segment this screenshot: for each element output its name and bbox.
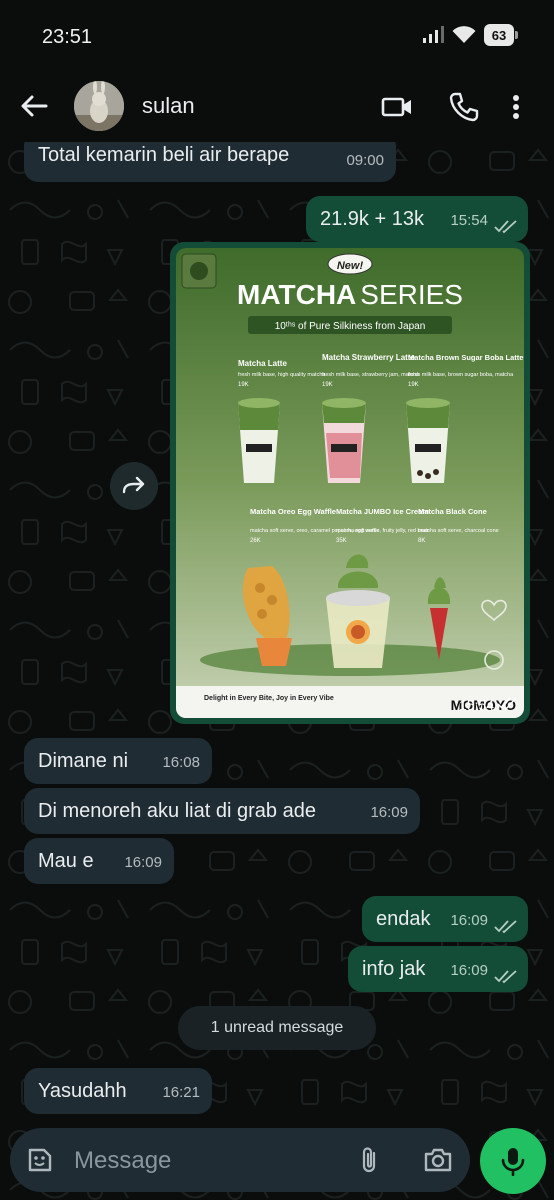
battery-icon: 63 — [484, 24, 518, 46]
message-bubble-incoming[interactable]: Dimane ni 16:08 — [24, 738, 212, 784]
poster-item-price: 19K — [238, 382, 249, 388]
avatar-image — [74, 81, 124, 131]
back-arrow-icon[interactable] — [18, 90, 50, 122]
emoji-icon[interactable] — [24, 1144, 56, 1176]
contact-name[interactable]: sulan — [142, 93, 195, 119]
message-bubble-outgoing[interactable]: endak 16:09 — [362, 896, 528, 942]
more-vert-icon[interactable] — [506, 90, 526, 124]
status-time: 23:51 — [42, 26, 93, 48]
status-bar: 23:51 63 — [0, 0, 554, 70]
poster-item-desc: fresh milk base, strawberry jam, matcha — [322, 372, 420, 378]
read-receipt-icon — [494, 220, 517, 234]
message-time: 09:00 — [346, 152, 384, 169]
forward-icon — [122, 476, 145, 494]
message-bubble-outgoing[interactable]: 21.9k + 13k 15:54 — [306, 196, 528, 242]
unread-divider: 1 unread message — [178, 1006, 376, 1050]
message-bubble-outgoing[interactable]: info jak 16:09 — [348, 946, 528, 992]
signal-icon — [423, 26, 444, 43]
poster-item-price: 35K — [336, 538, 347, 544]
mic-button[interactable] — [480, 1128, 546, 1194]
image-message[interactable]: New! MATCHA SERIES 10ᵗʰˢ of Pure Silkines… — [170, 242, 530, 724]
message-bubble-incoming[interactable]: Di menoreh aku liat di grab ade 16:09 — [24, 788, 420, 834]
matcha-poster[interactable]: New! MATCHA SERIES 10ᵗʰˢ of Pure Silkines… — [176, 248, 524, 718]
message-bubble-incoming[interactable]: Yasudahh 16:21 — [24, 1068, 212, 1114]
message-time: 16:08 — [162, 754, 200, 771]
poster-item-name: Matcha Brown Sugar Boba Latte — [408, 353, 523, 362]
message-text: Yasudahh — [38, 1080, 127, 1102]
phone-icon[interactable] — [447, 90, 481, 124]
status-icons: 63 — [422, 24, 518, 46]
poster-item-desc: matcha soft serve, charcoal cone — [418, 528, 499, 534]
poster-tagline: Delight in Every Bite, Joy in Every Vibe — [204, 695, 334, 702]
poster-item-price: 8K — [418, 538, 425, 544]
poster-item-desc: fresh milk base, high quality matcha — [238, 372, 326, 378]
poster-item-desc: matcha soft serve, fruity jelly, red bea… — [336, 528, 430, 534]
poster-item-price: 19K — [322, 382, 333, 388]
image-time: 15:54 — [459, 697, 494, 713]
message-time: 16:21 — [162, 1084, 200, 1101]
message-text: Di menoreh aku liat di grab ade — [38, 800, 316, 822]
message-composer — [10, 1128, 470, 1192]
message-text: 21.9k + 13k — [320, 208, 424, 230]
message-time: 16:09 — [124, 854, 162, 871]
poster-item-name: Matcha Black Cone — [418, 507, 487, 516]
message-time: 16:09 — [450, 962, 488, 979]
message-text: Dimane ni — [38, 750, 129, 772]
video-call-icon[interactable] — [380, 90, 414, 124]
camera-icon[interactable] — [422, 1144, 454, 1176]
poster-item-desc: fresh milk base, brown sugar boba, match… — [408, 372, 514, 378]
attach-icon[interactable] — [354, 1144, 386, 1176]
poster-badge: New! — [337, 260, 364, 272]
message-text: info jak — [362, 958, 426, 980]
message-input[interactable] — [72, 1144, 336, 1178]
chat-header: sulan — [0, 70, 554, 142]
wifi-icon — [452, 26, 476, 43]
message-text: Mau e — [38, 850, 94, 872]
avatar[interactable] — [74, 81, 124, 131]
poster-title: MATCHA SERIES — [237, 279, 463, 310]
poster-item-price: 26K — [250, 538, 261, 544]
message-time: 16:09 — [450, 912, 488, 929]
poster-drinks — [238, 398, 450, 483]
message-time: 16:09 — [370, 804, 408, 821]
poster-item-name: Matcha Strawberry Latte — [322, 353, 415, 362]
poster-item-name: Matcha Latte — [238, 359, 287, 368]
poster-item-name: Matcha JUMBO Ice Cream — [336, 507, 429, 516]
poster-graphic: New! MATCHA SERIES 10ᵗʰˢ of Pure Silkines… — [176, 248, 524, 718]
poster-item-name: Matcha Oreo Egg Waffle — [250, 507, 336, 516]
read-receipt-icon — [494, 970, 517, 984]
message-bubble-incoming[interactable]: Mau e 16:09 — [24, 838, 174, 884]
message-text: endak — [376, 908, 431, 930]
poster-subtitle: 10ᵗʰˢ of Pure Silkiness from Japan — [275, 321, 426, 332]
forward-button[interactable] — [110, 462, 158, 510]
message-time: 15:54 — [450, 212, 488, 229]
mic-icon — [501, 1148, 525, 1176]
read-receipt-icon — [494, 920, 517, 934]
poster-item-price: 19K — [408, 382, 419, 388]
message-text: Total kemarin beli air berape — [38, 144, 290, 166]
